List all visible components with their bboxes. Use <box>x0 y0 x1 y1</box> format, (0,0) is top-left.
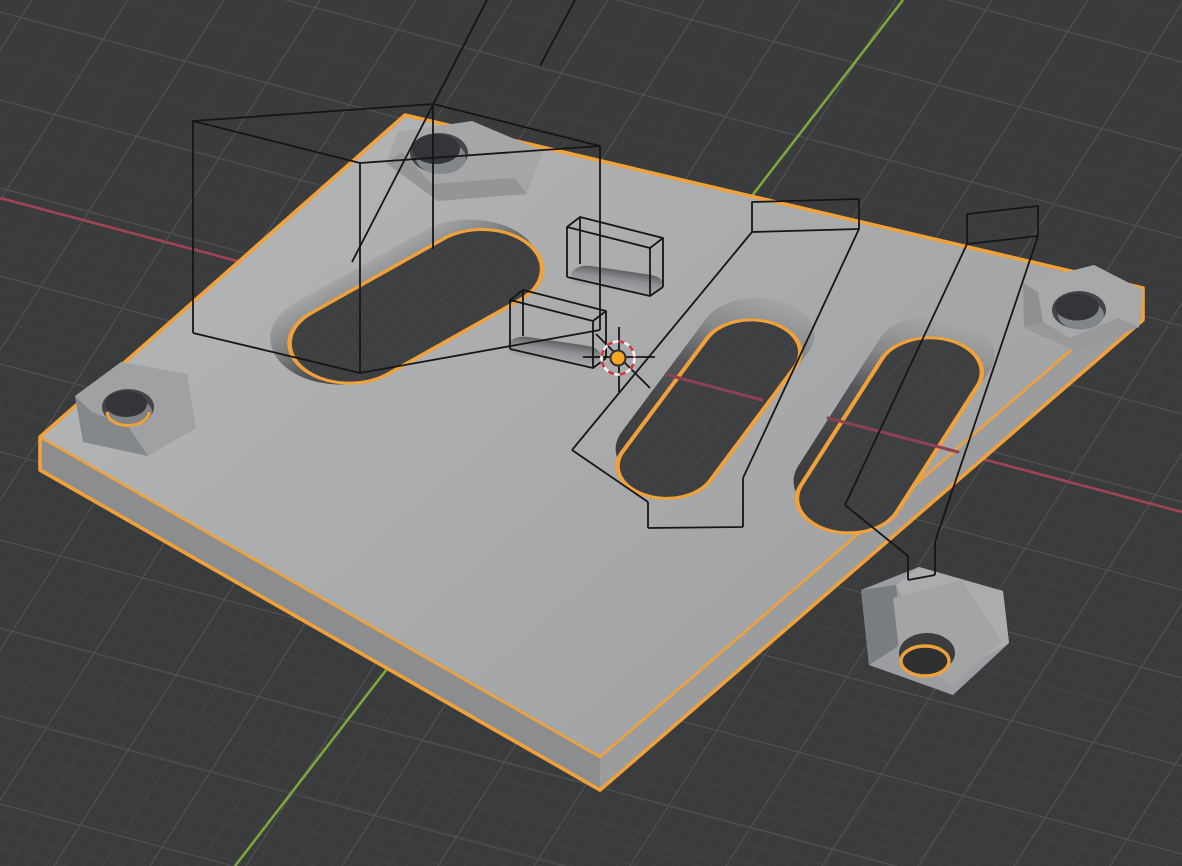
cursor-origin-dot <box>611 351 626 366</box>
bolt-hole-opening <box>105 391 147 417</box>
bolt-hole-opening <box>1055 294 1099 321</box>
viewport-canvas[interactable] <box>0 0 1182 866</box>
3d-viewport[interactable] <box>0 0 1182 866</box>
